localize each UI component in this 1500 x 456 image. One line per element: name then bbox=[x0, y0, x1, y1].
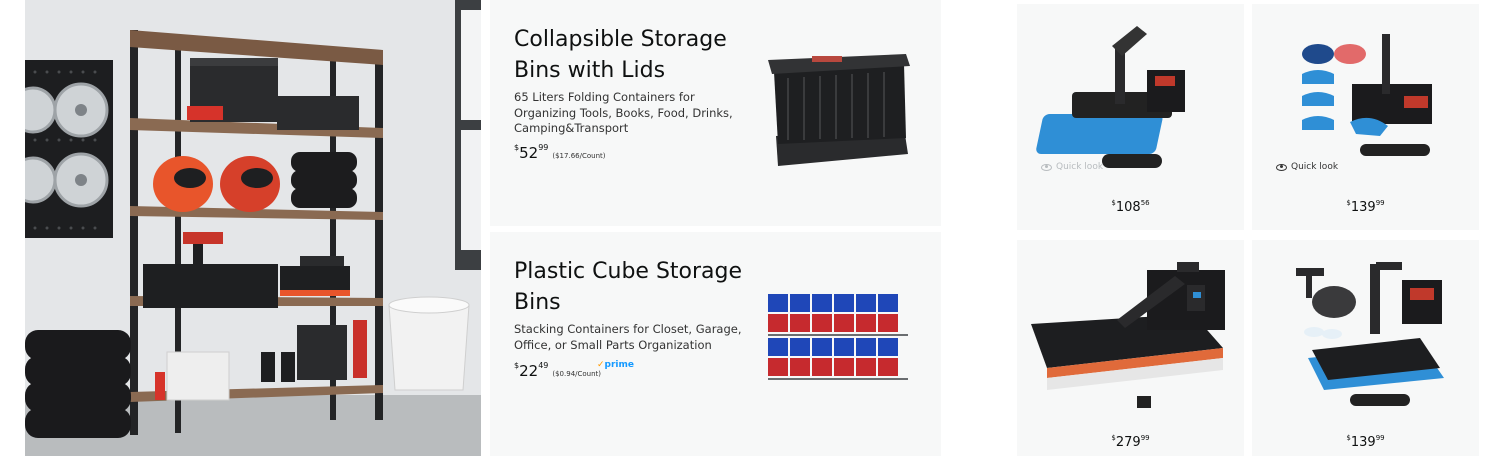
price-fraction: 49 bbox=[538, 361, 549, 370]
price-whole: 139 bbox=[1350, 200, 1376, 215]
prime-check-icon: ✓ bbox=[597, 360, 605, 370]
price-whole: 279 bbox=[1115, 435, 1141, 450]
price-whole: 22 bbox=[519, 362, 539, 380]
product-price: $2249($0.94/Count) bbox=[514, 361, 601, 380]
garage-scene-illustration bbox=[25, 0, 481, 456]
heat-press-image[interactable] bbox=[1017, 4, 1244, 184]
product-price: $27999 bbox=[1017, 431, 1244, 450]
price-fraction: 56 bbox=[1140, 199, 1150, 207]
prime-badge: ✓prime bbox=[597, 360, 634, 370]
price-per-unit: ($0.94/Count) bbox=[552, 370, 602, 378]
product-price: $5299($17.66/Count) bbox=[514, 143, 605, 162]
cap-press-image[interactable] bbox=[1252, 4, 1479, 184]
quick-look-label: Quick look bbox=[1056, 162, 1104, 172]
eye-icon bbox=[1276, 163, 1287, 171]
price-fraction: 99 bbox=[1375, 199, 1385, 207]
product-tile-multi-press[interactable]: $13999 bbox=[1252, 240, 1479, 456]
price-fraction: 99 bbox=[1140, 434, 1150, 442]
quick-look-label: Quick look bbox=[1291, 162, 1339, 172]
price-whole: 108 bbox=[1115, 200, 1141, 215]
product-price: $13999 bbox=[1252, 431, 1479, 450]
product-card-collapsible-bins[interactable]: Collapsible Storage Bins with Lids 65 Li… bbox=[490, 0, 941, 226]
product-title[interactable]: Collapsible Storage Bins with Lids bbox=[514, 24, 754, 86]
garage-shelving-image[interactable] bbox=[25, 0, 481, 456]
price-whole: 139 bbox=[1350, 435, 1376, 450]
cube-bins-image[interactable] bbox=[768, 290, 913, 392]
quick-look-button[interactable]: Quick look bbox=[1041, 162, 1103, 172]
product-showcase: Collapsible Storage Bins with Lids 65 Li… bbox=[0, 0, 1500, 456]
prime-label: prime bbox=[604, 360, 634, 370]
flat-heat-press-image[interactable] bbox=[1017, 240, 1244, 420]
price-whole: 52 bbox=[519, 144, 539, 162]
eye-icon bbox=[1041, 163, 1052, 171]
quick-look-button[interactable]: Quick look bbox=[1276, 162, 1338, 172]
product-tile-heat-press-2[interactable]: $27999 bbox=[1017, 240, 1244, 456]
price-fraction: 99 bbox=[538, 143, 549, 152]
product-card-plastic-cube-bins[interactable]: Plastic Cube Storage Bins Stacking Conta… bbox=[490, 232, 941, 456]
product-title[interactable]: Plastic Cube Storage Bins bbox=[514, 256, 754, 318]
price-per-unit: ($17.66/Count) bbox=[552, 152, 606, 160]
product-tile-cap-press[interactable]: Quick look $13999 bbox=[1252, 4, 1479, 230]
product-description: 65 Liters Folding Containers for Organiz… bbox=[514, 90, 733, 135]
product-price: $13999 bbox=[1252, 196, 1479, 215]
multi-heat-press-image[interactable] bbox=[1252, 240, 1479, 420]
product-description: Stacking Containers for Closet, Garage, … bbox=[514, 322, 742, 352]
price-fraction: 99 bbox=[1375, 434, 1385, 442]
storage-bin-image[interactable] bbox=[768, 50, 913, 174]
product-tile-heat-press-1[interactable]: Quick look $10856 bbox=[1017, 4, 1244, 230]
product-price: $10856 bbox=[1017, 196, 1244, 215]
